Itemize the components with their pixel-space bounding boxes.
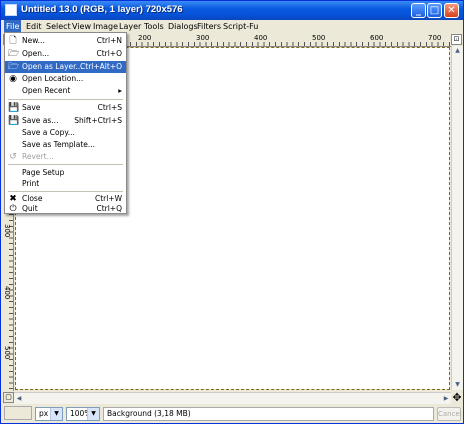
ruler-label: 300	[196, 34, 210, 42]
minimize-icon: _	[416, 5, 421, 16]
chevron-down-icon: ▼	[87, 408, 99, 420]
menu-select[interactable]: Select	[46, 22, 71, 31]
unit-value: px	[39, 409, 49, 418]
menu-separator	[8, 164, 123, 165]
menu-item-label: Open Location...	[22, 74, 84, 83]
menu-item-new[interactable]: 🗋 New... Ctrl+N	[5, 35, 126, 47]
menu-item-save-as-template[interactable]: Save as Template...	[5, 139, 126, 151]
unit-select[interactable]: px ▼	[35, 407, 63, 421]
menu-image[interactable]: Image	[93, 22, 118, 31]
menu-item-label: Open as Layer...	[22, 62, 83, 71]
open-folder-icon: 🗁	[8, 49, 20, 59]
menu-item-quit[interactable]: ⏻ Quit Ctrl+Q	[5, 203, 126, 215]
menu-item-label: Open...	[22, 49, 50, 58]
globe-icon: ◉	[9, 74, 17, 84]
menu-view[interactable]: View	[72, 22, 91, 31]
status-message: Background (3,18 MB)	[103, 407, 434, 421]
vertical-scrollbar[interactable]: ▲ ▼	[451, 46, 463, 390]
menu-item-label: Quit	[22, 204, 38, 213]
menu-item-save-a-copy[interactable]: Save a Copy...	[5, 127, 126, 139]
file-menu: 🗋 New... Ctrl+N 🗁 Open... Ctrl+O 🗁 Open …	[4, 32, 127, 214]
status-bar: px ▼ 100% ▼ Background (3,18 MB) Cancel	[1, 404, 463, 423]
menu-item-shortcut: Shift+Ctrl+S	[74, 116, 122, 125]
ruler-label: 400	[254, 34, 268, 42]
ruler-label-text: 400	[3, 286, 11, 300]
save-icon: 💾	[8, 103, 20, 113]
menu-script-fu[interactable]: Script-Fu	[223, 22, 258, 31]
menu-item-label: Save as Template...	[22, 140, 96, 149]
minimize-button[interactable]: _	[411, 3, 426, 18]
scroll-down-icon[interactable]: ▼	[452, 380, 463, 390]
zoom-icon: ⊡	[453, 35, 460, 43]
menu-layer[interactable]: Layer	[119, 22, 141, 31]
menu-item-open-recent[interactable]: Open Recent ▸	[5, 85, 126, 97]
menu-item-label: Open Recent	[22, 86, 71, 95]
submenu-arrow-icon: ▸	[118, 86, 122, 95]
title-bar[interactable]: Untitled 13.0 (RGB, 1 layer) 720x576 _ □…	[1, 1, 463, 20]
zoom-select[interactable]: 100% ▼	[66, 407, 100, 421]
quit-icon: ⏻	[9, 204, 17, 214]
ruler-label: 500	[312, 34, 326, 42]
app-icon	[5, 4, 17, 16]
close-button[interactable]: ✕	[444, 3, 459, 18]
ruler-label: 700	[428, 34, 442, 42]
chevron-down-icon: ▼	[50, 408, 62, 420]
menu-tools[interactable]: Tools	[144, 22, 164, 31]
scroll-up-icon[interactable]: ▲	[452, 46, 463, 56]
gimp-image-window: Untitled 13.0 (RGB, 1 layer) 720x576 _ □…	[0, 0, 464, 424]
menu-item-label: Revert...	[22, 152, 54, 161]
maximize-icon: □	[429, 5, 440, 16]
menu-item-open-as-layer[interactable]: 🗁 Open as Layer... Ctrl+Alt+O	[5, 61, 126, 73]
menu-item-save[interactable]: 💾 Save Ctrl+S	[5, 102, 126, 114]
window-title: Untitled 13.0 (RGB, 1 layer) 720x576	[21, 4, 183, 15]
ruler-label-text: 500	[3, 346, 11, 360]
menu-item-open-location[interactable]: ◉ Open Location...	[5, 73, 126, 85]
scroll-left-icon[interactable]: ◀	[14, 393, 24, 404]
navigate-icon[interactable]: ✥	[451, 392, 463, 404]
save-as-icon: 💾	[8, 116, 20, 126]
menu-item-label: New...	[22, 36, 45, 45]
menu-item-shortcut: Ctrl+N	[96, 36, 122, 45]
open-as-layer-icon: 🗁	[8, 62, 20, 72]
ruler-label: 200	[138, 34, 152, 42]
menu-item-print[interactable]: Print	[5, 178, 126, 190]
quick-mask-toggle[interactable]: ▢	[3, 392, 14, 403]
revert-icon: ↺	[9, 152, 17, 162]
menu-item-shortcut: Ctrl+S	[97, 103, 122, 112]
new-document-icon: 🗋	[9, 36, 17, 46]
menu-item-label: Print	[22, 179, 40, 188]
menu-item-revert: ↺ Revert...	[5, 151, 126, 163]
menu-filters[interactable]: Filters	[197, 22, 221, 31]
menu-item-shortcut: Ctrl+O	[96, 49, 122, 58]
quick-mask-icon: ▢	[5, 393, 12, 401]
zoom-fit-button[interactable]: ⊡	[451, 34, 462, 45]
menu-dialogs[interactable]: Dialogs	[168, 22, 198, 31]
menu-item-label: Save a Copy...	[22, 128, 75, 137]
menu-edit[interactable]: Edit	[26, 22, 42, 31]
ruler-label: 600	[370, 34, 384, 42]
menu-separator	[8, 191, 123, 192]
menu-item-shortcut: Ctrl+Alt+O	[80, 62, 122, 71]
ruler-label-text: 300	[3, 224, 11, 238]
horizontal-scrollbar[interactable]: ◀ ▶	[14, 392, 451, 404]
menu-item-label: Save as...	[22, 116, 59, 125]
cancel-button[interactable]: Cancel	[437, 407, 462, 421]
menu-item-open[interactable]: 🗁 Open... Ctrl+O	[5, 48, 126, 60]
menu-item-label: Save	[22, 103, 41, 112]
menu-item-shortcut: Ctrl+Q	[96, 204, 122, 213]
close-icon: ✕	[447, 5, 456, 16]
maximize-button[interactable]: □	[427, 3, 442, 18]
pointer-coordinates	[4, 406, 32, 420]
menu-separator	[8, 99, 123, 100]
menu-item-save-as[interactable]: 💾 Save as... Shift+Ctrl+S	[5, 115, 126, 127]
scroll-right-icon[interactable]: ▶	[441, 393, 451, 404]
